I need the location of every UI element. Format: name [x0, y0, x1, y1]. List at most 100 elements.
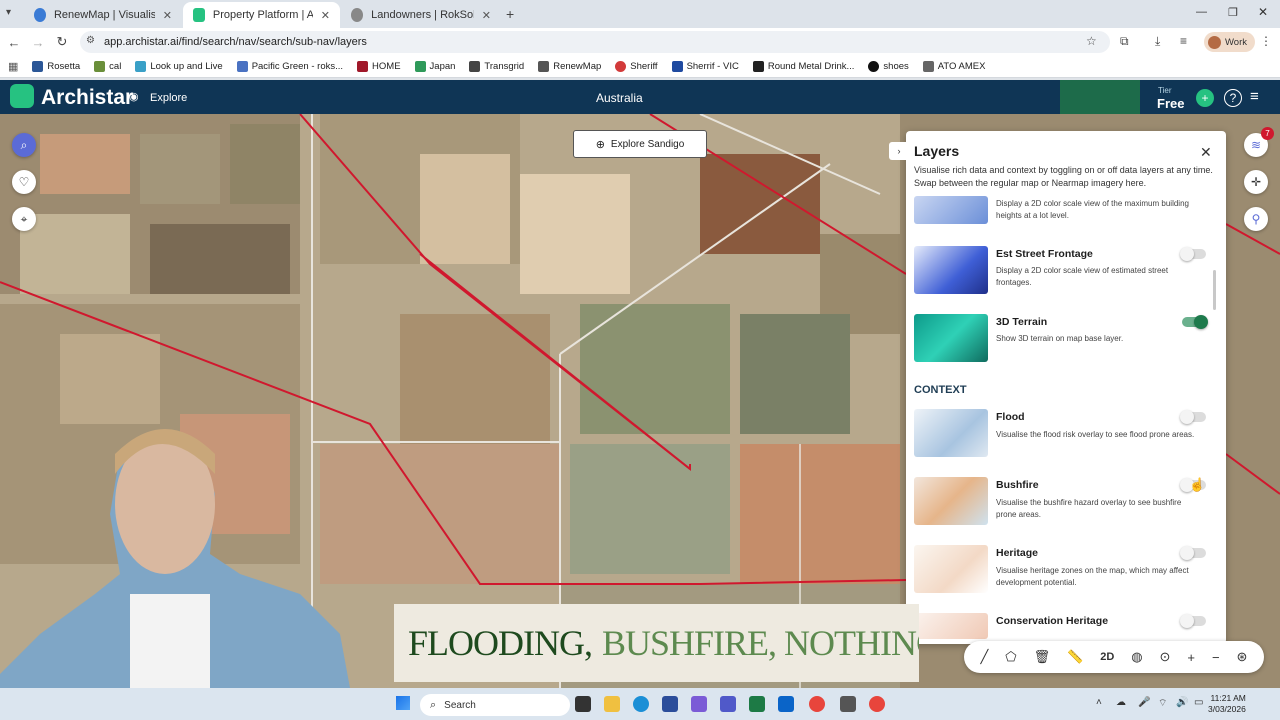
filter-icon[interactable]: ⚲ — [1244, 207, 1268, 231]
bookmark-item[interactable]: RenewMap — [538, 61, 601, 72]
2d-mode-button[interactable]: 2D — [1100, 651, 1114, 663]
compass-icon[interactable]: ⊛ — [1237, 649, 1248, 665]
close-icon[interactable]: ✕ — [482, 9, 491, 22]
back-icon[interactable]: ← — [2, 35, 26, 50]
tray-chevron-icon[interactable]: ˄ — [1096, 697, 1102, 708]
file-explorer-icon[interactable] — [604, 696, 620, 712]
avatar — [1208, 35, 1221, 49]
hamburger-menu-icon[interactable]: ≡ — [1250, 88, 1259, 105]
zoom-in-icon[interactable]: + — [1187, 650, 1195, 665]
heart-icon[interactable]: ♡ — [12, 170, 36, 194]
teams-work-icon[interactable] — [720, 696, 736, 712]
media-icon[interactable]: ≡ — [1180, 34, 1187, 48]
polygon-draw-icon[interactable]: ⬠ — [1005, 649, 1016, 665]
teams-icon[interactable] — [691, 696, 707, 712]
bookmark-item[interactable]: Sherrif - VIC — [671, 61, 739, 72]
tab-title: Landowners | RokSolid — [371, 9, 474, 21]
menu-dots-icon[interactable]: ⋮ — [1260, 34, 1272, 48]
camera-icon[interactable]: ⊙ — [1160, 649, 1171, 665]
heritage-toggle[interactable] — [1180, 546, 1206, 560]
microphone-icon[interactable]: 🎤 — [1138, 697, 1150, 708]
conservation-heritage-toggle[interactable] — [1180, 614, 1206, 628]
profile-button[interactable]: Work — [1204, 32, 1255, 52]
taskbar-clock[interactable]: 11:21 AM 3/03/2026 — [1208, 693, 1246, 715]
flood-toggle[interactable] — [1180, 410, 1206, 424]
chrome-icon[interactable] — [869, 696, 885, 712]
close-icon[interactable]: ✕ — [163, 9, 172, 22]
maximize-icon[interactable]: ❐ — [1228, 6, 1238, 19]
layer-description: Show 3D terrain on map base layer. — [996, 334, 1124, 343]
store-icon[interactable] — [662, 696, 678, 712]
network-icon[interactable]: ☁ — [1116, 697, 1126, 708]
tab-archistar[interactable]: Property Platform | Archistar.ai ✕ — [183, 2, 340, 28]
close-icon[interactable]: ✕ — [321, 9, 330, 22]
download-icon[interactable]: ⤓ — [1155, 34, 1160, 49]
window-close-icon[interactable]: ✕ — [1258, 5, 1268, 19]
volume-icon[interactable]: 🔊 — [1176, 697, 1188, 708]
globe-icon[interactable]: ◍ — [1131, 649, 1142, 665]
search-icon: ⌕ — [430, 698, 437, 711]
bookmark-item[interactable]: shoes — [868, 61, 909, 72]
bookmark-item[interactable]: Round Metal Drink... — [752, 61, 854, 72]
forward-icon[interactable]: → — [26, 35, 50, 50]
wifi-icon[interactable]: ⌔ — [1158, 697, 1167, 710]
terrain-toggle[interactable] — [1182, 315, 1208, 329]
bushfire-thumbnail — [914, 477, 988, 525]
bookmark-item[interactable]: Japan — [414, 61, 455, 72]
bookmark-item[interactable]: Transgrid — [469, 61, 524, 72]
app-icon[interactable] — [840, 696, 856, 712]
tab-list-icon[interactable]: ▾ — [6, 7, 11, 18]
brand-name[interactable]: Archistar — [41, 86, 133, 110]
tier-value[interactable]: Free — [1157, 96, 1184, 111]
globe-icon — [351, 8, 364, 22]
conservation-thumbnail — [914, 613, 988, 639]
archistar-logo-icon[interactable] — [10, 84, 34, 108]
explore-area-button[interactable]: ⊕ Explore Sandigo — [573, 130, 707, 158]
bookmark-item[interactable]: Rosetta — [32, 61, 80, 72]
bookmark-item[interactable]: Pacific Green - roks... — [236, 61, 343, 72]
explore-nav-link[interactable]: Explore — [150, 92, 187, 104]
tab-title: Property Platform | Archistar.ai — [212, 9, 313, 21]
location-pin-icon[interactable]: ⌖ — [12, 207, 36, 231]
map-toolbar: ╱ ⬠ 🗑 📏 2D ◍ ⊙ + − ⊛ — [964, 641, 1264, 673]
street-frontage-toggle[interactable] — [1180, 247, 1206, 261]
taskbar-search[interactable]: ⌕ Search — [420, 694, 570, 716]
reload-icon[interactable]: ↻ — [50, 34, 74, 50]
panel-scrollbar[interactable] — [1213, 270, 1216, 310]
caption-part-2: BUSHFIRE, NOTHING OF — [602, 623, 919, 663]
tab-renewmap[interactable]: RenewMap | Visualising Austral ✕ — [24, 2, 182, 28]
zoom-out-icon[interactable]: − — [1212, 650, 1220, 665]
bookmark-item[interactable]: HOME — [357, 61, 401, 72]
battery-icon[interactable]: ▭ — [1194, 697, 1203, 708]
site-info-icon[interactable]: ⚙ — [86, 35, 95, 46]
new-tab-icon[interactable]: + — [506, 6, 514, 22]
chevron-right-icon[interactable]: › — [889, 142, 909, 160]
apps-grid-icon[interactable]: ▦ — [8, 60, 18, 73]
bookmark-item[interactable]: Look up and Live — [135, 61, 223, 72]
minimize-icon[interactable]: — — [1196, 6, 1207, 18]
bookmark-item[interactable]: cal — [94, 61, 121, 72]
tab-roksolid[interactable]: Landowners | RokSolid ✕ — [341, 2, 501, 28]
task-view-icon[interactable] — [575, 696, 591, 712]
close-icon[interactable]: ✕ — [1200, 144, 1212, 161]
crosshair-icon[interactable]: ✛ — [1244, 170, 1268, 194]
chrome-icon[interactable] — [809, 696, 825, 712]
line-draw-icon[interactable]: ╱ — [980, 649, 988, 665]
help-icon[interactable]: ? — [1224, 89, 1242, 107]
archistar-favicon-icon — [193, 8, 205, 22]
excel-icon[interactable] — [749, 696, 765, 712]
ruler-icon[interactable]: 📏 — [1067, 649, 1083, 665]
add-icon[interactable]: + — [1196, 89, 1214, 107]
layer-description: Display a 2D color scale view of the max… — [996, 199, 1189, 220]
trash-icon[interactable]: 🗑 — [1034, 649, 1051, 665]
search-icon[interactable]: ⌕ — [12, 133, 36, 157]
profile-label: Work — [1225, 36, 1247, 48]
star-icon[interactable]: ☆ — [1086, 34, 1097, 48]
edge-icon[interactable] — [633, 696, 649, 712]
bookmark-item[interactable]: ATO AMEX — [922, 61, 985, 72]
outlook-icon[interactable] — [778, 696, 794, 712]
url-field[interactable]: app.archistar.ai/find/search/nav/search/… — [80, 31, 1110, 53]
bookmark-item[interactable]: Sheriff — [615, 61, 658, 72]
windows-start-icon[interactable] — [396, 696, 410, 710]
extensions-icon[interactable]: ⧉ — [1120, 34, 1129, 49]
